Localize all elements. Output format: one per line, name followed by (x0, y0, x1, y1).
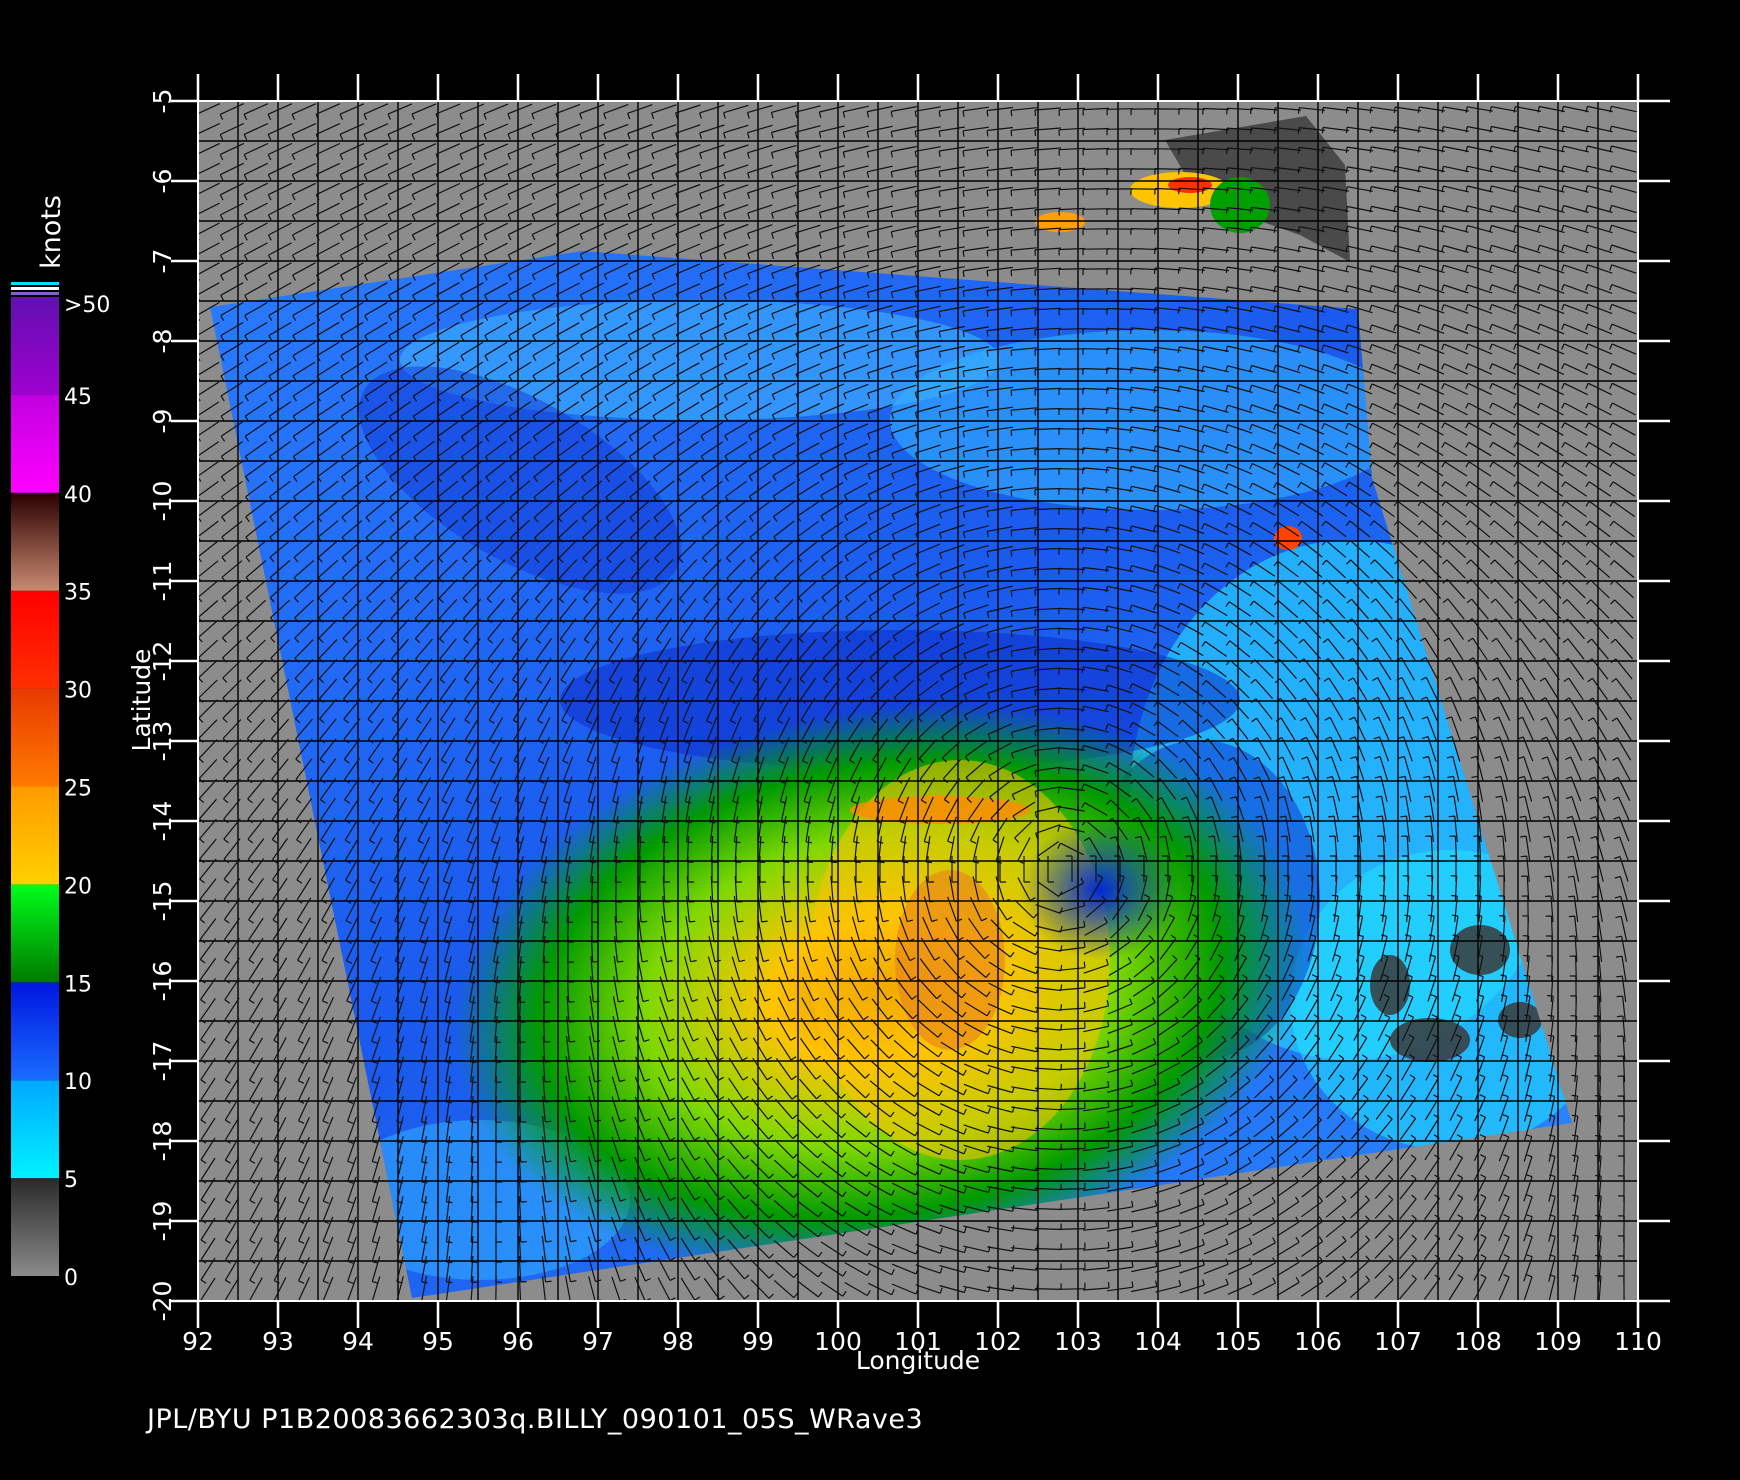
colorbar-segment (11, 590, 59, 689)
colorbar-label: 15 (64, 972, 92, 997)
lon-tick-label: 102 (974, 1327, 1022, 1356)
lat-tick-label: -19 (148, 1201, 177, 1242)
x-axis-title: Longitude (856, 1346, 980, 1375)
y-axis-title: Latitude (127, 649, 156, 752)
lon-tick-label: 104 (1134, 1327, 1182, 1356)
lon-tick-label: 107 (1374, 1327, 1422, 1356)
lon-tick-label: 92 (182, 1327, 214, 1356)
colorbar: 0 5 10 15 20 25 30 35 40 45 >50 knots (11, 195, 110, 1291)
lat-tick-label: -16 (148, 961, 177, 1002)
lat-tick-label: -14 (148, 801, 177, 842)
colorbar-segment (11, 297, 59, 395)
colorbar-unit: knots (36, 195, 67, 269)
colorbar-label: 40 (64, 483, 92, 508)
colorbar-labels: 0 5 10 15 20 25 30 35 40 45 >50 (64, 293, 110, 1291)
lon-tick-label: 109 (1534, 1327, 1582, 1356)
footer-caption: JPL/BYU P1B20083662303q.BILLY_090101_05S… (147, 1404, 924, 1435)
lon-tick-label: 98 (662, 1327, 694, 1356)
lon-tick-label: 93 (262, 1327, 294, 1356)
colorbar-segment (11, 394, 59, 493)
lon-tick-label: 108 (1454, 1327, 1502, 1356)
lon-tick-label: 94 (342, 1327, 374, 1356)
colorbar-cap-purple (11, 292, 59, 295)
lat-tick-label: -10 (148, 481, 177, 522)
colorbar-segment (11, 982, 59, 1081)
colorbar-label: 45 (64, 385, 92, 410)
lon-tick-label: 100 (814, 1327, 862, 1356)
lon-tick-label: 99 (742, 1327, 774, 1356)
lat-tick-label: -20 (148, 1281, 177, 1322)
colorbar-segment (11, 1178, 59, 1276)
colorbar-label: 20 (64, 874, 92, 899)
colorbar-label: 35 (64, 581, 92, 606)
lat-tick-label: -17 (148, 1041, 177, 1082)
lat-tick-label: -8 (148, 329, 177, 354)
lon-tick-label: 96 (502, 1327, 534, 1356)
lon-tick-label: 106 (1294, 1327, 1342, 1356)
lat-tick-label: -15 (148, 881, 177, 922)
lon-tick-label: 110 (1614, 1327, 1662, 1356)
colorbar-label: >50 (64, 293, 110, 318)
colorbar-segment (11, 492, 59, 591)
lat-tick-label: -18 (148, 1121, 177, 1162)
map-plot: 92 93 94 95 96 97 98 99 100 101 102 103 104 105 106 107… (127, 74, 1670, 1375)
lat-tick-label: -7 (148, 249, 177, 274)
lon-tick-label: 105 (1214, 1327, 1262, 1356)
scatterometer-map-figure: 92 93 94 95 96 97 98 99 100 101 102 103 104 105 106 107… (11, 74, 1670, 1375)
lon-tick-label: 97 (582, 1327, 614, 1356)
colorbar-label: 30 (64, 679, 92, 704)
colorbar-segment (11, 1080, 59, 1179)
colorbar-segment (11, 688, 59, 787)
lat-tick-label: -11 (148, 561, 177, 602)
colorbar-label: 25 (64, 777, 92, 802)
colorbar-cap-cyan (11, 282, 59, 285)
colorbar-segment (11, 786, 59, 885)
lat-tick-label: -9 (148, 409, 177, 434)
lon-tick-label: 103 (1054, 1327, 1102, 1356)
colorbar-segment (11, 884, 59, 983)
lon-tick-label: 95 (422, 1327, 454, 1356)
lat-tick-label: -5 (148, 89, 177, 114)
colorbar-label: 5 (64, 1168, 78, 1193)
colorbar-label: 0 (64, 1266, 78, 1291)
colorbar-label: 10 (64, 1070, 92, 1095)
colorbar-scale (11, 297, 59, 1276)
lat-tick-label: -6 (148, 169, 177, 194)
colorbar-cap-white (11, 287, 59, 290)
